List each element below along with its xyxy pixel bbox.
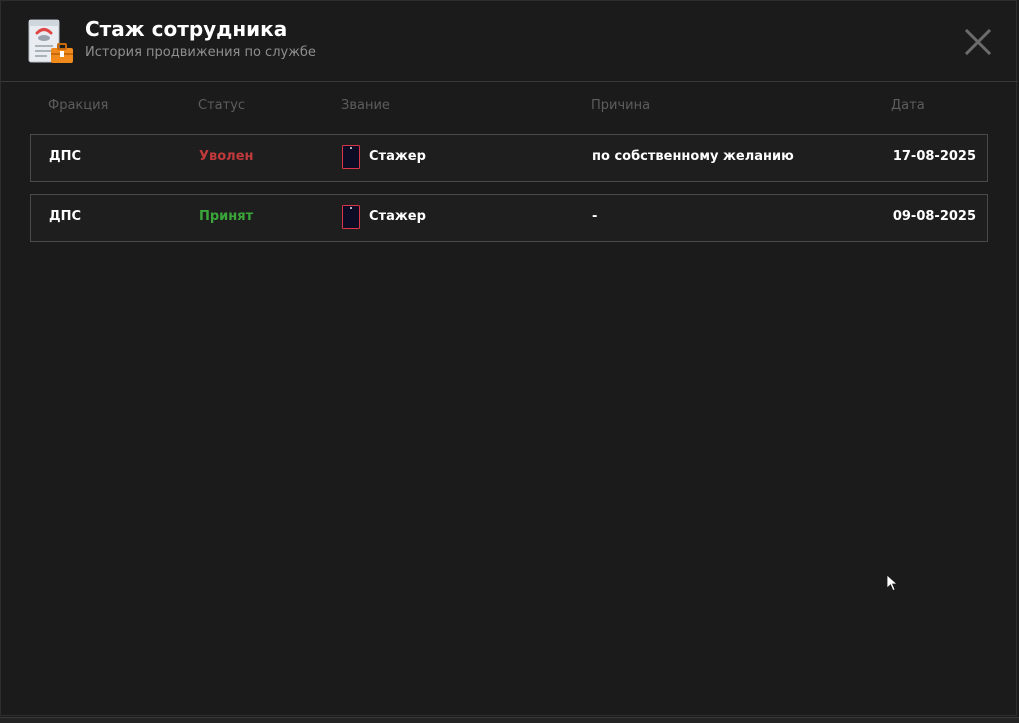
bottom-edge (0, 717, 1019, 723)
date-cell: 09-08-2025 (892, 209, 976, 224)
faction-cell: ДПС (49, 209, 81, 224)
column-header-rank: Звание (341, 98, 390, 113)
reason-cell: по собственному желанию (592, 149, 794, 164)
status-cell: Принят (199, 209, 254, 224)
window-title: Стаж сотрудника (85, 17, 288, 41)
table-row[interactable]: ДПС Принят Стажер - 09-08-2025 (30, 194, 988, 242)
column-header-date: Дата (891, 98, 925, 113)
date-cell: 17-08-2025 (892, 149, 976, 164)
table-header: Фракция Статус Звание Причина Дата (1, 98, 1018, 118)
employee-tenure-window: Стаж сотрудника История продвижения по с… (0, 0, 1018, 716)
employment-record-icon (28, 19, 73, 63)
rank-insignia-icon (342, 145, 360, 169)
rank-insignia-icon (342, 205, 360, 229)
reason-cell: - (592, 209, 598, 224)
mouse-cursor-icon (886, 574, 898, 592)
rank-label: Стажер (369, 149, 426, 164)
column-header-reason: Причина (591, 98, 651, 113)
window-header: Стаж сотрудника История продвижения по с… (1, 1, 1018, 82)
status-cell: Уволен (199, 149, 254, 164)
column-header-status: Статус (198, 98, 246, 113)
window-subtitle: История продвижения по службе (85, 45, 316, 60)
column-header-faction: Фракция (48, 98, 109, 113)
rank-label: Стажер (369, 209, 426, 224)
faction-cell: ДПС (49, 149, 81, 164)
close-icon[interactable] (963, 27, 993, 57)
table-row[interactable]: ДПС Уволен Стажер по собственному желани… (30, 134, 988, 182)
